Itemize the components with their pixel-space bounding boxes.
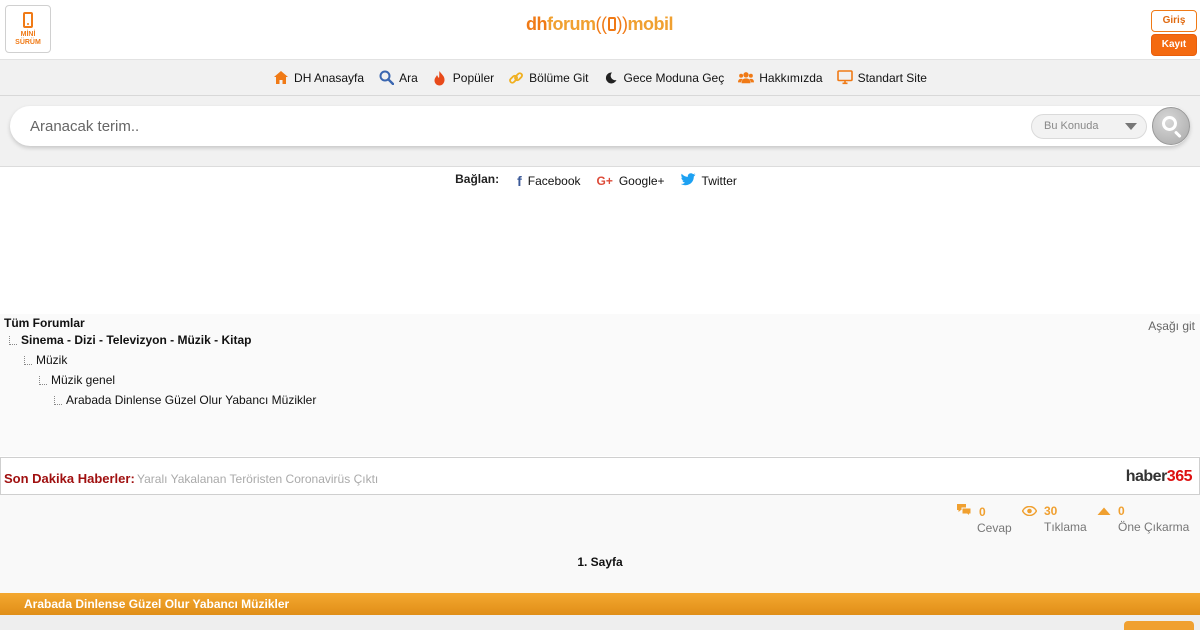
link-icon <box>508 70 524 86</box>
mobile-device-icon <box>607 17 616 31</box>
breadcrumb-level-3[interactable]: Müzik genel <box>39 373 116 387</box>
arrow-up-icon[interactable] <box>1097 503 1111 519</box>
post-header-strip <box>0 615 1200 630</box>
site-logo[interactable]: dhforum(())mobil <box>526 14 673 35</box>
nav-label-standard-site: Standart Site <box>857 70 927 85</box>
tree-branch <box>39 376 47 385</box>
logo-wave-right: )) <box>616 14 629 34</box>
tree-branch <box>9 336 17 345</box>
nav-item-night-mode[interactable]: Gece Moduna Geç <box>603 70 725 86</box>
monitor-icon <box>836 70 853 86</box>
breadcrumb-level-1-label: Sinema - Dizi - Televizyon - Müzik - Kit… <box>21 333 252 347</box>
nav-label-home: DH Anasayfa <box>294 70 365 85</box>
mini-version-button[interactable]: MİNİ SÜRÜM <box>5 5 51 53</box>
header: MİNİ SÜRÜM dhforum(())mobil Giriş Kayıt <box>0 0 1200 60</box>
search-section: Bu Konuda <box>0 96 1200 167</box>
news-label: Son Dakika Haberler: <box>4 471 135 486</box>
breadcrumb-level-3-label: Müzik genel <box>51 373 116 387</box>
users-icon <box>738 70 755 86</box>
google-plus-link[interactable]: G+ Google+ <box>597 174 665 188</box>
breadcrumb-level-4[interactable]: Arabada Dinlense Güzel Olur Yabancı Müzi… <box>54 393 317 407</box>
logo-dh: dh <box>526 14 548 34</box>
search-scope-value: Bu Konuda <box>1044 120 1099 132</box>
topic-title: Arabada Dinlense Güzel Olur Yabancı Müzi… <box>24 597 290 611</box>
stat-views-value: 30 <box>1044 504 1058 518</box>
post-action-button[interactable] <box>1124 621 1194 630</box>
phone-icon <box>23 12 33 28</box>
twitter-link[interactable]: Twitter <box>680 173 737 189</box>
nav-item-home[interactable]: DH Anasayfa <box>273 70 364 86</box>
login-button[interactable]: Giriş <box>1151 10 1197 32</box>
breadcrumb-level-2[interactable]: Müzik <box>24 353 68 367</box>
page-number: 1. Sayfa <box>577 555 623 569</box>
moon-icon <box>603 70 619 86</box>
topic-stats: 0 Cevap 30 Tıklama 0 Öne Çıkarma 1. Sayf… <box>0 495 1200 593</box>
stat-views: 30 Tıklama <box>1021 503 1087 534</box>
logo-forum: forum <box>547 14 596 34</box>
fire-icon <box>432 70 448 86</box>
mini-label-line1: MİNİ <box>20 31 36 38</box>
chevron-down-icon <box>1125 123 1137 130</box>
nav-label-search: Ara <box>399 70 418 85</box>
nav-item-search[interactable]: Ara <box>378 70 418 86</box>
tree-branch <box>54 396 62 405</box>
connect-label: Bağlan: <box>455 172 500 186</box>
stat-replies: 0 Cevap <box>956 503 1012 535</box>
search-input[interactable] <box>30 114 1010 138</box>
social-connect: Bağlan: f Facebook G+ Google+ Twitter <box>0 170 1200 192</box>
facebook-label: Facebook <box>527 174 581 188</box>
logo-wave-left: (( <box>595 14 608 34</box>
nav-label-goto-section: Bölüme Git <box>529 70 589 85</box>
stat-promote: 0 Öne Çıkarma <box>1097 503 1189 534</box>
nav-item-about[interactable]: Hakkımızda <box>738 70 823 86</box>
search-submit-button[interactable] <box>1152 107 1190 145</box>
home-icon <box>273 70 289 86</box>
search-box: Bu Konuda <box>10 106 1190 146</box>
twitter-label: Twitter <box>701 174 737 188</box>
go-down-link[interactable]: Aşağı git <box>1148 319 1195 333</box>
mini-label-line2: SÜRÜM <box>15 39 41 46</box>
google-plus-icon: G+ <box>596 174 613 188</box>
comments-icon <box>956 503 972 520</box>
facebook-link[interactable]: f Facebook <box>517 173 580 189</box>
news-brand-num: 365 <box>1166 468 1193 485</box>
search-icon-handle <box>1173 130 1182 139</box>
facebook-icon: f <box>517 173 522 189</box>
stat-promote-label: Öne Çıkarma <box>1118 520 1190 534</box>
breadcrumb-level-4-label: Arabada Dinlense Güzel Olur Yabancı Müzi… <box>66 393 317 407</box>
nav-label-popular: Popüler <box>452 70 495 85</box>
breadcrumb-tree: Tüm Forumlar Aşağı git Sinema - Dizi - T… <box>0 314 1200 456</box>
breadcrumb-all-forums[interactable]: Tüm Forumlar <box>4 316 85 330</box>
stat-promote-value: 0 <box>1118 504 1125 518</box>
search-icon <box>378 70 394 86</box>
eye-icon <box>1021 503 1038 519</box>
nav-item-popular[interactable]: Popüler <box>432 70 494 86</box>
stat-replies-value: 0 <box>979 504 986 519</box>
search-icon <box>1162 116 1177 131</box>
topic-title-bar: Arabada Dinlense Güzel Olur Yabancı Müzi… <box>0 593 1200 615</box>
stat-views-label: Tıklama <box>1044 520 1087 534</box>
register-button[interactable]: Kayıt <box>1151 34 1197 56</box>
google-plus-label: Google+ <box>618 174 665 188</box>
news-headline-link[interactable]: Yaralı Yakalanan Teröristen Coronavirüs … <box>137 472 378 486</box>
news-brand-text: haber <box>1125 468 1168 485</box>
breadcrumb-level-2-label: Müzik <box>36 353 68 367</box>
breaking-news-bar: Son Dakika Haberler: Yaralı Yakalanan Te… <box>0 457 1200 495</box>
nav-label-night-mode: Gece Moduna Geç <box>623 70 725 85</box>
main-nav: DH Anasayfa Ara Popüler Bölüme Git Gece … <box>0 60 1200 96</box>
breadcrumb-level-1[interactable]: Sinema - Dizi - Televizyon - Müzik - Kit… <box>9 333 252 347</box>
nav-item-goto-section[interactable]: Bölüme Git <box>508 70 589 86</box>
stat-replies-label: Cevap <box>977 521 1012 535</box>
nav-item-standard-site[interactable]: Standart Site <box>836 70 927 86</box>
logo-mobil: mobil <box>627 14 674 34</box>
news-brand-logo[interactable]: haber365 <box>1125 468 1193 486</box>
tree-branch <box>24 356 32 365</box>
twitter-icon <box>680 173 696 189</box>
search-scope-select[interactable]: Bu Konuda <box>1031 114 1147 139</box>
nav-label-about: Hakkımızda <box>759 70 823 85</box>
